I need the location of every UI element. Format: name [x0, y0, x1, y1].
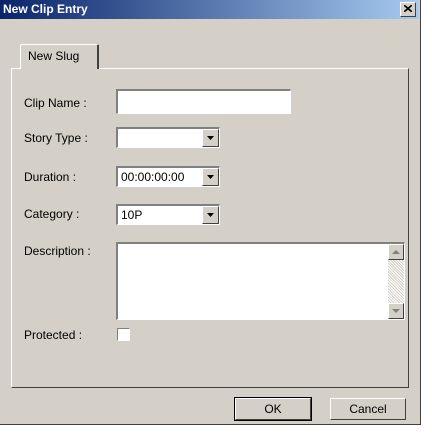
title-bar[interactable]: New Clip Entry	[0, 0, 419, 19]
close-button[interactable]	[400, 2, 416, 17]
chevron-down-icon	[207, 213, 214, 217]
story-type-dropdown-button[interactable]	[202, 129, 219, 147]
tab-label: New Slug	[28, 49, 80, 63]
description-textarea[interactable]	[116, 242, 405, 320]
category-select[interactable]: 10P	[116, 204, 220, 225]
scroll-down-button[interactable]	[388, 303, 404, 319]
tab-new-slug[interactable]: New Slug	[20, 44, 99, 69]
chevron-down-icon	[207, 175, 214, 179]
ok-button[interactable]: OK	[234, 397, 312, 421]
protected-checkbox[interactable]	[117, 328, 130, 341]
description-label: Description :	[24, 244, 91, 258]
description-scrollbar[interactable]	[388, 244, 404, 319]
duration-select[interactable]: 00:00:00:00	[116, 166, 220, 187]
duration-dropdown-button[interactable]	[202, 168, 219, 186]
category-value: 10P	[121, 208, 143, 222]
duration-value: 00:00:00:00	[121, 170, 185, 184]
scroll-up-button[interactable]	[388, 244, 404, 260]
window-title: New Clip Entry	[3, 2, 88, 16]
arrow-up-icon	[392, 250, 400, 254]
cancel-button[interactable]: Cancel	[330, 398, 406, 420]
dialog-window: New Clip Entry New Slug Clip Name : Stor…	[0, 0, 421, 425]
category-dropdown-button[interactable]	[202, 206, 219, 224]
protected-label: Protected :	[24, 328, 83, 342]
chevron-down-icon	[207, 136, 214, 140]
category-label: Category :	[24, 207, 80, 221]
duration-label: Duration :	[24, 170, 77, 184]
close-icon	[404, 5, 412, 12]
clip-name-input[interactable]	[116, 89, 291, 114]
clip-name-label: Clip Name :	[24, 96, 87, 110]
story-type-label: Story Type :	[24, 131, 88, 145]
story-type-select[interactable]	[116, 127, 220, 148]
arrow-down-icon	[392, 309, 400, 313]
